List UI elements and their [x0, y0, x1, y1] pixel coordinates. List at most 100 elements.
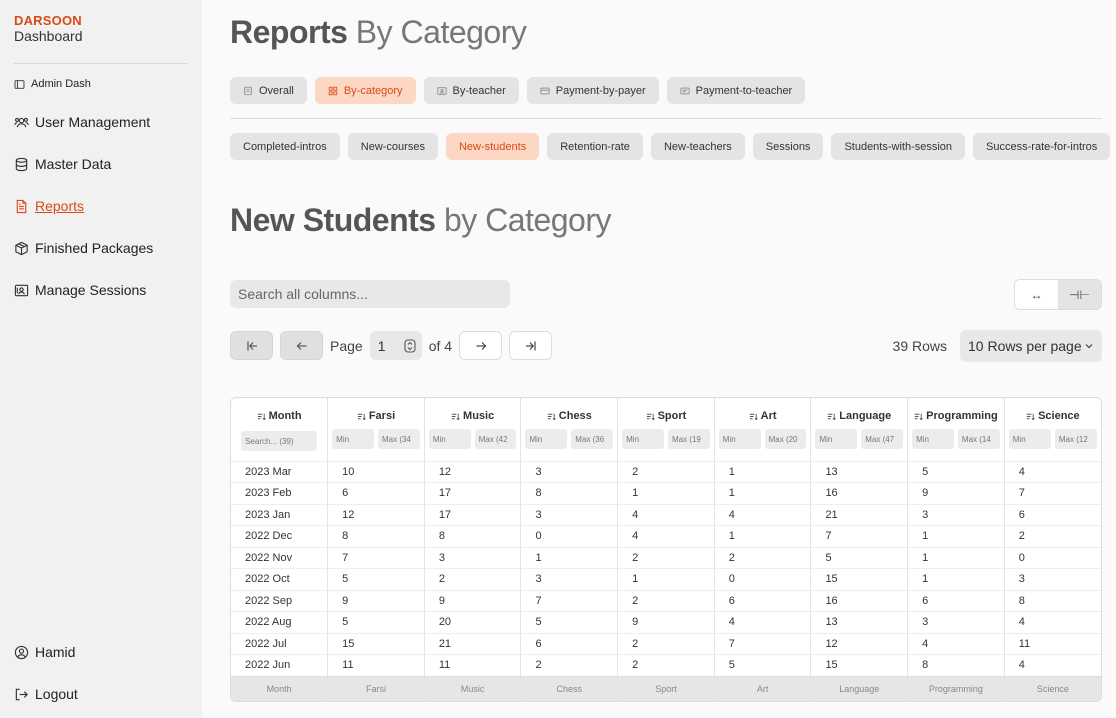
min-filter-input[interactable]: Min: [718, 429, 761, 449]
sidebar-item-reports[interactable]: Reports: [14, 198, 84, 214]
subtab-sessions[interactable]: Sessions: [752, 133, 824, 160]
value-cell: 1: [714, 460, 812, 483]
search-input[interactable]: [230, 280, 510, 308]
sort-header-button[interactable]: Month: [231, 409, 327, 423]
package-icon: [15, 241, 28, 255]
footer-cell: Art: [714, 675, 812, 701]
max-filter-input[interactable]: Max (36: [571, 429, 614, 449]
value-cell: 3: [520, 568, 619, 590]
compact-density-button[interactable]: ⊣⊢: [1058, 280, 1101, 309]
tab-label: By-category: [343, 84, 403, 97]
value-cell: 8: [520, 482, 619, 504]
value-cell: 2: [617, 460, 715, 483]
subtab-completed-intros[interactable]: Completed-intros: [230, 133, 340, 160]
min-filter-input[interactable]: Min: [525, 429, 568, 449]
subtab-new-students[interactable]: New-students: [445, 133, 540, 160]
tab-by-category[interactable]: By-category: [314, 77, 416, 104]
max-filter-input[interactable]: Max (19: [667, 429, 710, 449]
value-cell: 6: [714, 589, 812, 612]
sidebar-item-manage-sessions[interactable]: Manage Sessions: [14, 282, 146, 298]
min-filter-input[interactable]: Min: [815, 429, 858, 449]
sort-header-button[interactable]: Music: [425, 409, 521, 423]
table-row: 2022 Oct 5 2 3 1 0 15 1 3: [231, 568, 1101, 590]
subtab-success-rate-for-intros[interactable]: Success-rate-for-intros: [973, 133, 1111, 160]
next-page-button[interactable]: [459, 331, 503, 360]
tab-payment-to-teacher[interactable]: Payment-to-teacher: [666, 77, 806, 104]
max-filter-input[interactable]: Max (12: [1054, 429, 1097, 449]
sort-icon: [1026, 413, 1035, 420]
tab-by-teacher[interactable]: By-teacher: [423, 77, 519, 104]
min-filter-input[interactable]: Min: [912, 429, 954, 449]
value-cell: 6: [907, 589, 1005, 612]
subtab-retention-rate[interactable]: Retention-rate: [547, 133, 643, 160]
tab-overall[interactable]: Overall: [230, 77, 307, 104]
value-cell: 4: [1004, 460, 1101, 483]
sort-header-button[interactable]: Science: [1005, 409, 1101, 423]
column-header-music: Music Min Max (42: [424, 398, 522, 461]
value-cell: 2: [520, 654, 619, 676]
value-cell: 11: [327, 654, 425, 676]
value-cell: 4: [1004, 611, 1101, 633]
sort-header-button[interactable]: Language: [811, 409, 907, 423]
last-page-button[interactable]: [509, 331, 553, 360]
value-cell: 8: [424, 525, 522, 547]
sidebar-item-user-management[interactable]: User Management: [14, 114, 150, 130]
min-filter-input[interactable]: Min: [1008, 429, 1051, 449]
max-filter-input[interactable]: Max (47: [861, 429, 904, 449]
first-page-button[interactable]: [230, 331, 273, 360]
footer-cell: Music: [424, 675, 522, 701]
value-cell: 11: [424, 654, 522, 676]
sort-header-button[interactable]: Chess: [521, 409, 617, 423]
sidebar-item-logout[interactable]: Logout: [14, 686, 78, 702]
brand-logo[interactable]: DARSOON Dashboard: [14, 14, 83, 45]
month-filter-input[interactable]: Search... (39): [241, 431, 318, 451]
profile-name: Hamid: [35, 644, 76, 660]
value-cell: 0: [520, 525, 619, 547]
value-cell: 9: [617, 611, 715, 633]
sort-header-button[interactable]: Sport: [618, 409, 714, 423]
min-filter-input[interactable]: Min: [622, 429, 664, 449]
subtab-students-with-session[interactable]: Students-with-session: [831, 133, 966, 160]
min-filter-input[interactable]: Min: [428, 429, 471, 449]
sort-header-button[interactable]: Farsi: [328, 409, 424, 423]
value-cell: 11: [1004, 632, 1101, 655]
sidebar-item-admin-dash[interactable]: Admin Dash: [14, 78, 91, 90]
value-cell: 4: [1004, 654, 1101, 676]
value-cell: 15: [327, 632, 425, 655]
sidebar-item-finished-packages[interactable]: Finished Packages: [14, 240, 153, 256]
sidebar-item-label: Manage Sessions: [35, 282, 147, 298]
tabs-divider: [230, 118, 1102, 119]
page-number-input[interactable]: 1: [369, 331, 422, 360]
sort-header-button[interactable]: Art: [715, 409, 811, 423]
subtab-new-teachers[interactable]: New-teachers: [650, 133, 745, 160]
value-cell: 9: [907, 482, 1005, 504]
prev-page-button[interactable]: [280, 331, 323, 360]
sidebar-item-label: Master Data: [35, 156, 112, 172]
expand-density-button[interactable]: ↔: [1015, 280, 1058, 309]
max-filter-input[interactable]: Max (20: [764, 429, 807, 449]
max-filter-input[interactable]: Max (42: [474, 429, 517, 449]
month-cell: 2022 Jul: [231, 632, 329, 655]
user-circle-icon: [14, 645, 29, 659]
min-filter-input[interactable]: Min: [332, 429, 374, 449]
max-filter-input[interactable]: Max (14: [957, 429, 1000, 449]
value-cell: 5: [907, 460, 1005, 483]
max-filter-input[interactable]: Max (34: [377, 429, 420, 449]
sidebar-item-profile[interactable]: Hamid: [14, 644, 75, 660]
rows-per-page-select[interactable]: 10 Rows per page: [960, 330, 1102, 362]
sidebar-item-master-data[interactable]: Master Data: [14, 156, 111, 172]
tab-payment-by-payer[interactable]: Payment-by-payer: [526, 77, 659, 104]
value-cell: 1: [907, 525, 1005, 547]
sort-header-button[interactable]: Programming: [908, 409, 1004, 423]
sidebar-item-label: Finished Packages: [35, 240, 154, 256]
rows-per-page-value: 10 Rows per page: [968, 338, 1082, 354]
table-row: 2023 Feb 6 17 8 1 1 16 9 7: [231, 482, 1101, 504]
subtab-new-courses[interactable]: New-courses: [347, 133, 438, 160]
value-cell: 21: [810, 503, 909, 526]
sidebar: DARSOON Dashboard Admin Dash User Manage…: [0, 0, 202, 718]
table-row: 2022 Jun 11 11 2 2 5 15 8 4: [231, 654, 1101, 676]
value-cell: 12: [810, 632, 909, 655]
database-icon: [15, 157, 28, 171]
value-cell: 12: [327, 503, 425, 526]
sort-icon: [257, 413, 266, 420]
